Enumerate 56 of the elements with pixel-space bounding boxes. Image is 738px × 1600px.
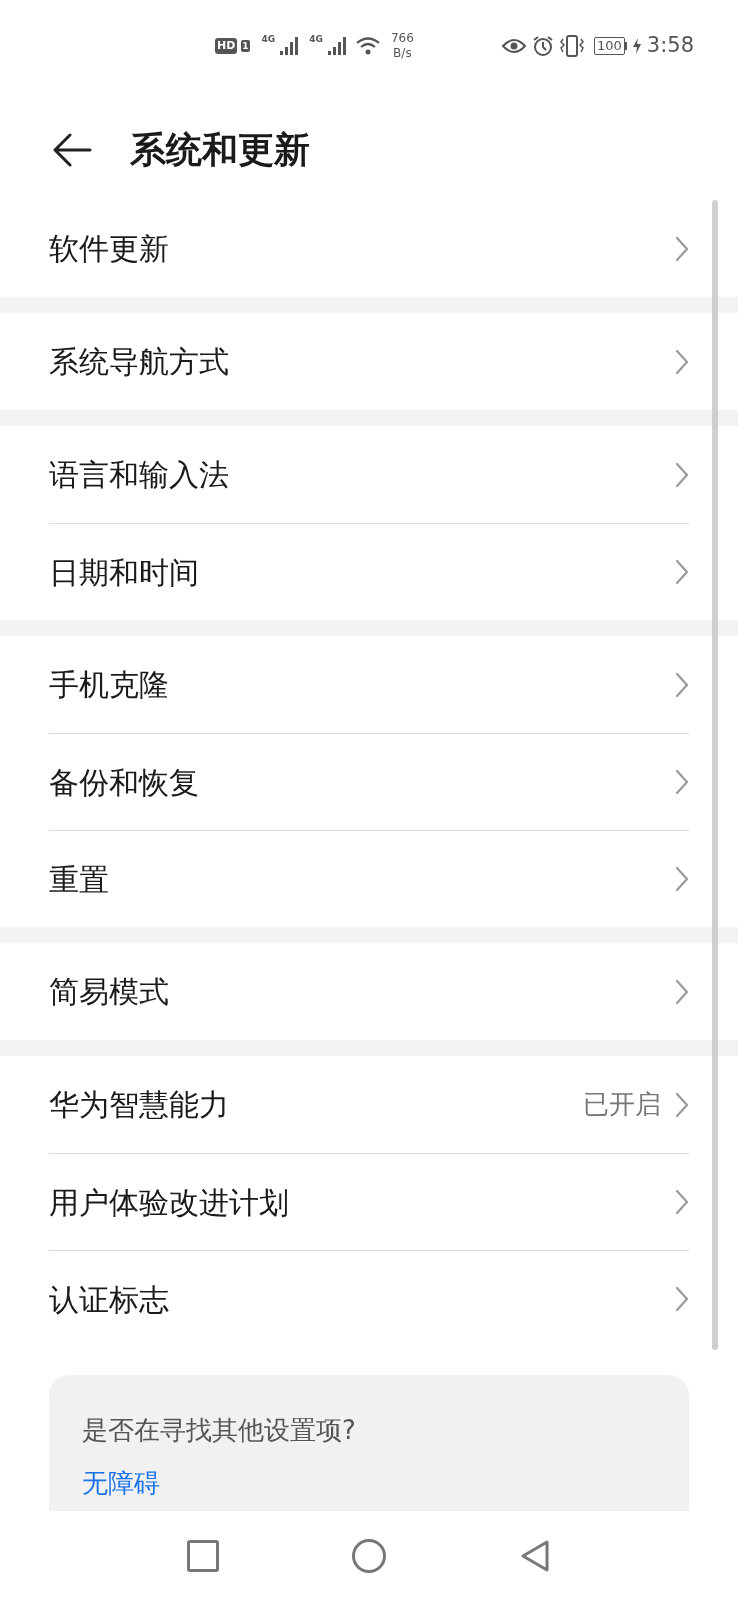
chevron-right-icon <box>675 1091 689 1118</box>
settings-item[interactable]: 认证标志 <box>49 1250 689 1347</box>
sim-badge: 1 <box>241 40 250 52</box>
suggestion-question: 是否在寻找其他设置项? <box>82 1414 357 1447</box>
speed-unit: B/s <box>393 46 412 61</box>
settings-item[interactable]: 用户体验改进计划 <box>49 1153 689 1250</box>
settings-item[interactable]: 重置 <box>49 830 689 927</box>
item-label: 语言和输入法 <box>49 456 230 494</box>
settings-item[interactable]: 备份和恢复 <box>49 733 689 830</box>
triangle-back-icon <box>520 1539 551 1573</box>
chevron-right-icon <box>675 559 689 585</box>
settings-item[interactable]: 手机克隆 <box>49 636 689 733</box>
network-label: 4G <box>309 33 323 46</box>
battery-indicator: 100 <box>594 37 627 55</box>
settings-item[interactable]: 华为智慧能力 已开启 <box>49 1056 689 1153</box>
charging-icon <box>632 38 641 54</box>
chevron-right-icon <box>675 1286 689 1312</box>
chevron-right-icon <box>675 348 689 375</box>
item-label: 日期和时间 <box>49 553 200 592</box>
eye-icon <box>502 38 526 54</box>
vibrate-icon <box>560 35 584 57</box>
network-label: 4G <box>261 33 276 46</box>
item-value: 已开启 <box>583 1088 661 1121</box>
settings-item[interactable]: 软件更新 <box>49 200 689 297</box>
chevron-right-icon <box>675 461 689 488</box>
clock-time: 3:58 <box>646 32 694 60</box>
chevron-right-icon <box>675 235 689 262</box>
item-label: 用户体验改进计划 <box>49 1183 290 1222</box>
item-label: 软件更新 <box>49 230 170 268</box>
item-label: 简易模式 <box>49 973 170 1011</box>
chevron-right-icon <box>675 978 689 1005</box>
home-button[interactable] <box>352 1539 386 1573</box>
settings-item[interactable]: 简易模式 <box>49 943 689 1040</box>
chevron-right-icon <box>675 671 689 698</box>
page-title: 系统和更新 <box>130 128 310 172</box>
chevron-right-icon <box>675 866 689 892</box>
settings-item[interactable]: 日期和时间 <box>49 523 689 620</box>
settings-item[interactable]: 语言和输入法 <box>49 426 689 523</box>
hd-badge: HD <box>215 38 238 54</box>
item-label: 华为智慧能力 <box>49 1086 230 1124</box>
item-label: 重置 <box>49 860 110 899</box>
recents-button[interactable] <box>186 1540 219 1572</box>
item-label: 认证标志 <box>49 1280 170 1319</box>
back-nav-button[interactable] <box>519 1539 552 1573</box>
alarm-icon <box>532 35 554 57</box>
settings-item[interactable]: 系统导航方式 <box>49 313 689 410</box>
wifi-icon <box>354 35 381 57</box>
accessibility-link[interactable]: 无障碍 <box>82 1464 160 1503</box>
item-label: 系统导航方式 <box>49 343 230 381</box>
chevron-right-icon <box>675 1189 689 1215</box>
back-arrow-icon <box>52 133 92 167</box>
item-label: 备份和恢复 <box>49 763 200 802</box>
item-label: 手机克隆 <box>49 666 170 704</box>
chevron-right-icon <box>675 769 689 795</box>
speed-value: 766 <box>390 31 414 46</box>
signal-icon <box>326 36 349 56</box>
